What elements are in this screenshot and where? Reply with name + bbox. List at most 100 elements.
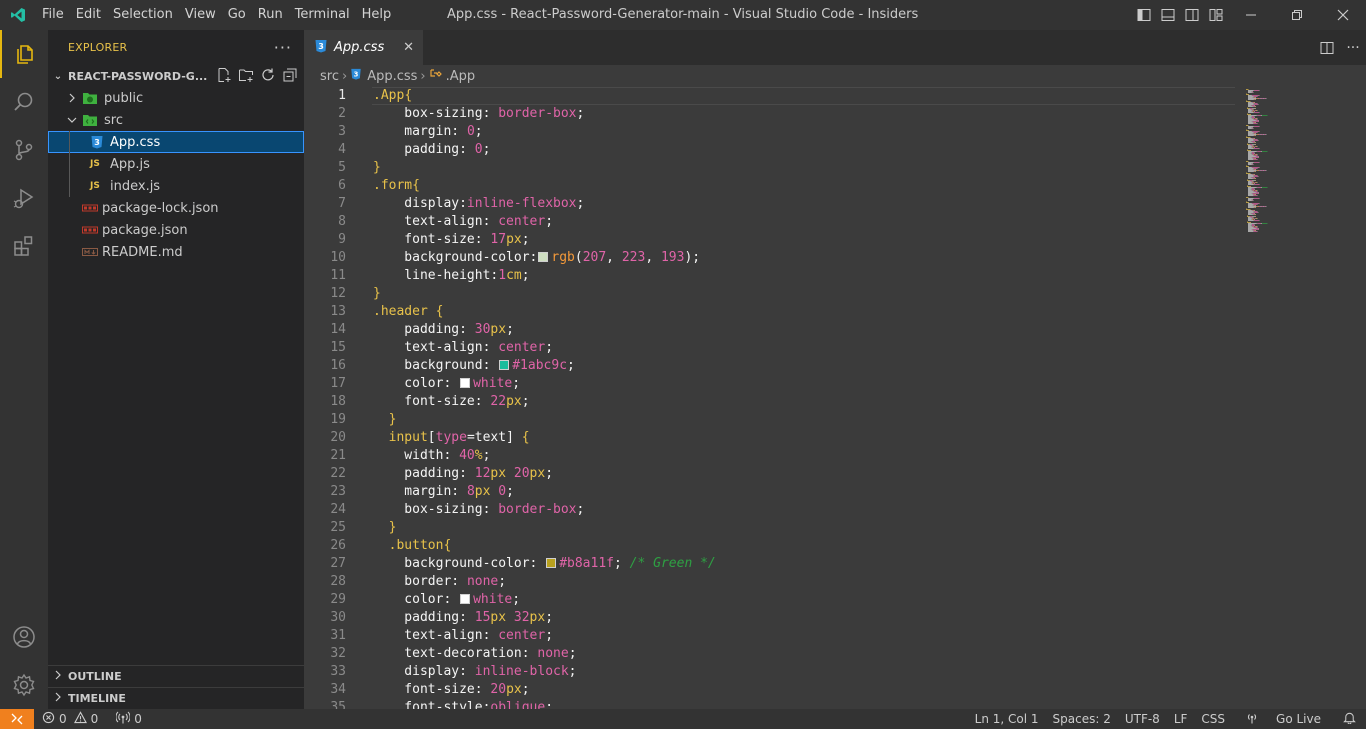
code-line[interactable]: 14 padding: 30px; [304, 321, 1366, 339]
code-line[interactable]: 28 border: none; [304, 573, 1366, 591]
file-app-js[interactable]: JS App.js [48, 153, 304, 175]
menu-help[interactable]: Help [356, 0, 398, 30]
menu-view[interactable]: View [179, 0, 222, 30]
minimap-line [1257, 182, 1258, 183]
minimap[interactable] [1245, 87, 1305, 237]
breadcrumb-symbol[interactable]: .App [446, 69, 476, 84]
file-app-css[interactable]: 3 App.css [48, 131, 304, 153]
code-line[interactable]: 32 text-decoration: none; [304, 645, 1366, 663]
end-of-line[interactable]: LF [1167, 712, 1195, 726]
code-line[interactable]: 22 padding: 12px 20px; [304, 465, 1366, 483]
go-live-button[interactable]: Go Live [1232, 712, 1335, 727]
code-line[interactable]: 29 color: white; [304, 591, 1366, 609]
more-actions-icon[interactable]: ··· [1340, 40, 1366, 56]
indentation[interactable]: Spaces: 2 [1046, 712, 1118, 726]
code-line[interactable]: 4 padding: 0; [304, 141, 1366, 159]
minimap-line [1250, 186, 1251, 187]
color-swatch[interactable] [460, 594, 471, 604]
source-control-icon[interactable] [0, 126, 48, 174]
project-root[interactable]: ⌄ REACT-PASSWORD-G... [48, 65, 304, 87]
code-line[interactable]: 11 line-height:1cm; [304, 267, 1366, 285]
code-line[interactable]: 5} [304, 159, 1366, 177]
file-package-json[interactable]: package.json [48, 219, 304, 241]
timeline-section[interactable]: TIMELINE [48, 687, 304, 709]
code-line[interactable]: 25 } [304, 519, 1366, 537]
minimap-line [1248, 220, 1253, 221]
code-line[interactable]: 26 .button{ [304, 537, 1366, 555]
code-line[interactable]: 6 .form{ [304, 177, 1366, 195]
tab-app-css[interactable]: 3 App.css ✕ [304, 30, 423, 65]
menu-selection[interactable]: Selection [107, 0, 179, 30]
code-line[interactable]: 27 background-color: #b8a11f; /* Green *… [304, 555, 1366, 573]
code-line[interactable]: 18 font-size: 22px; [304, 393, 1366, 411]
file-readme-md[interactable]: README.md [48, 241, 304, 263]
breadcrumb-folder[interactable]: src [320, 69, 339, 84]
settings-gear-icon[interactable] [0, 661, 48, 709]
file-package-lock-json[interactable]: package-lock.json [48, 197, 304, 219]
color-swatch[interactable] [538, 252, 549, 262]
code-editor[interactable]: 1 .App{2 box-sizing: border-box; 3 margin:… [304, 87, 1366, 709]
file-index-js[interactable]: JS index.js [48, 175, 304, 197]
code-line[interactable]: 33 display: inline-block; [304, 663, 1366, 681]
menu-edit[interactable]: Edit [70, 0, 107, 30]
menu-terminal[interactable]: Terminal [289, 0, 356, 30]
code-line[interactable]: 30 padding: 15px 32px; [304, 609, 1366, 627]
folder-src[interactable]: src [48, 109, 304, 131]
code-line[interactable]: 19 } [304, 411, 1366, 429]
color-swatch[interactable] [499, 360, 510, 370]
search-icon[interactable] [0, 78, 48, 126]
color-swatch[interactable] [546, 558, 557, 568]
code-line[interactable]: 2 box-sizing: border-box; [304, 105, 1366, 123]
notifications-bell-icon[interactable] [1335, 711, 1366, 727]
language-mode[interactable]: CSS [1194, 712, 1232, 726]
code-line[interactable]: 17 color: white; [304, 375, 1366, 393]
menu-file[interactable]: File [36, 0, 70, 30]
toggle-panel-icon[interactable] [1156, 0, 1180, 30]
accounts-icon[interactable] [0, 613, 48, 661]
code-line[interactable]: 8 text-align: center; [304, 213, 1366, 231]
toggle-secondary-sidebar-icon[interactable] [1180, 0, 1204, 30]
code-line[interactable]: 13 .header { [304, 303, 1366, 321]
new-folder-icon[interactable] [238, 67, 254, 86]
customize-layout-icon[interactable] [1204, 0, 1228, 30]
code-line[interactable]: 12} [304, 285, 1366, 303]
menu-run[interactable]: Run [252, 0, 289, 30]
code-line[interactable]: 35 font-style:oblique; [304, 699, 1366, 709]
code-line[interactable]: 1 .App{ [304, 87, 1366, 105]
code-line[interactable]: 24 box-sizing: border-box; [304, 501, 1366, 519]
collapse-all-icon[interactable] [282, 67, 298, 86]
code-line[interactable]: 7 display:inline-flexbox; [304, 195, 1366, 213]
extensions-icon[interactable] [0, 222, 48, 270]
close-tab-icon[interactable]: ✕ [403, 40, 414, 55]
code-line[interactable]: 10 background-color: rgb(207, 223, 193); [304, 249, 1366, 267]
code-line[interactable]: 16 background: #1abc9c; [304, 357, 1366, 375]
remote-indicator-icon[interactable] [0, 709, 34, 729]
code-line[interactable]: 20 input[type=text] { [304, 429, 1366, 447]
code-line[interactable]: 23 margin: 8px 0; [304, 483, 1366, 501]
split-editor-icon[interactable] [1314, 40, 1340, 56]
refresh-icon[interactable] [260, 67, 276, 86]
breadcrumb-file[interactable]: App.css [367, 69, 417, 84]
code-line[interactable]: 15 text-align: center; [304, 339, 1366, 357]
code-line[interactable]: 31 text-align: center; [304, 627, 1366, 645]
explorer-icon[interactable] [0, 30, 48, 78]
close-window-icon[interactable] [1320, 0, 1366, 30]
code-line[interactable]: 34 font-size: 20px; [304, 681, 1366, 699]
more-actions-icon[interactable]: ··· [274, 38, 292, 57]
outline-section[interactable]: OUTLINE [48, 665, 304, 687]
folder-public[interactable]: public [48, 87, 304, 109]
minimize-icon[interactable] [1228, 0, 1274, 30]
code-line[interactable]: 3 margin: 0; [304, 123, 1366, 141]
cursor-position[interactable]: Ln 1, Col 1 [968, 712, 1046, 726]
encoding[interactable]: UTF-8 [1118, 712, 1167, 726]
run-debug-icon[interactable] [0, 174, 48, 222]
new-file-icon[interactable] [216, 67, 232, 86]
code-line[interactable]: 21 width: 40%; [304, 447, 1366, 465]
code-line[interactable]: 9 font-size: 17px; [304, 231, 1366, 249]
problems-status[interactable]: 0 0 0 [42, 709, 142, 729]
menu-go[interactable]: Go [222, 0, 252, 30]
restore-icon[interactable] [1274, 0, 1320, 30]
toggle-primary-sidebar-icon[interactable] [1132, 0, 1156, 30]
minimap-line [1251, 131, 1252, 132]
color-swatch[interactable] [460, 378, 471, 388]
